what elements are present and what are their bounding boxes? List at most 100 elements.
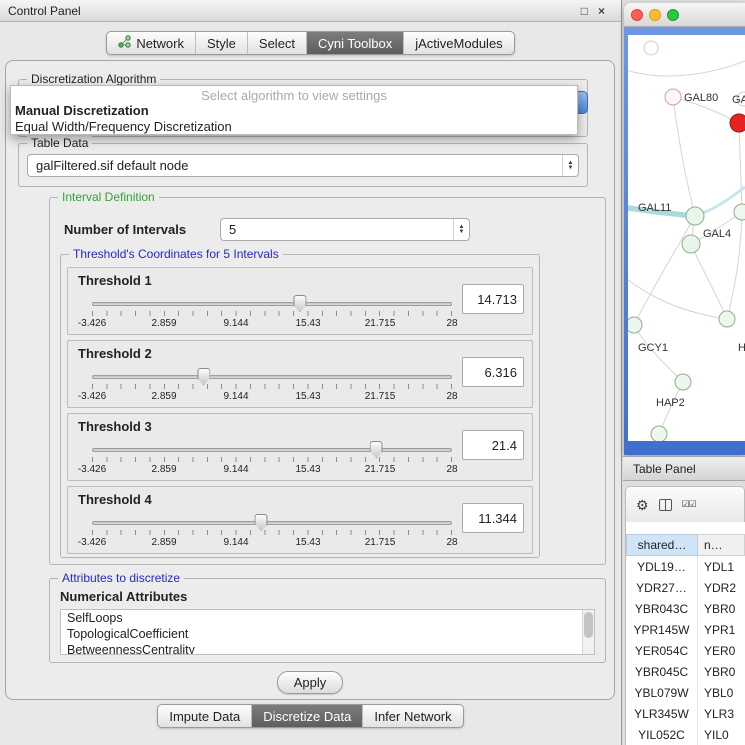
tick-label: -3.426	[78, 537, 106, 548]
network-canvas[interactable]: GAL80 GA GAL11 GAL4 GCY1 H HAP2	[628, 35, 745, 441]
table-row[interactable]: YDL19… YDL1	[626, 556, 745, 577]
tick-label: 28	[446, 391, 457, 402]
threshold-2-slider[interactable]: -3.426 2.859 9.144 15.43 21.715 28	[92, 367, 452, 407]
table-row[interactable]: YER054C YER0	[626, 640, 745, 661]
table-cell[interactable]: YDL19…	[626, 556, 698, 577]
slider-thumb[interactable]	[255, 514, 268, 531]
apply-button[interactable]: Apply	[277, 671, 343, 694]
list-item[interactable]: SelfLoops	[61, 610, 594, 626]
tab-discretize-data[interactable]: Discretize Data	[252, 705, 363, 727]
table-panel-toolbar: ⚙ ☑☑	[625, 486, 745, 522]
table-cell[interactable]: YBL079W	[626, 682, 698, 703]
table-cell[interactable]: YER054C	[626, 640, 698, 661]
tick-label: 2.859	[151, 537, 176, 548]
slider-ticks	[92, 384, 452, 389]
table-cell[interactable]: YBR045C	[626, 661, 698, 682]
tab-select[interactable]: Select	[248, 32, 307, 54]
slider-track[interactable]	[92, 521, 452, 525]
table-row[interactable]: YBR045C YBR0	[626, 661, 745, 682]
tab-style[interactable]: Style	[196, 32, 248, 54]
tab-network[interactable]: Network	[107, 32, 196, 54]
network-window-titlebar	[624, 3, 745, 27]
close-traffic-light-icon[interactable]	[631, 9, 643, 21]
slider-track[interactable]	[92, 302, 452, 306]
node-label: GA	[732, 94, 745, 106]
list-scrollbar[interactable]	[582, 610, 594, 654]
slider-track[interactable]	[92, 448, 452, 452]
tick-label: -3.426	[78, 318, 106, 329]
threshold-3-value-field[interactable]: 21.4	[462, 430, 524, 460]
slider-tick-labels: -3.426 2.859 9.144 15.43 21.715 28	[92, 537, 452, 549]
tab-select-label: Select	[259, 36, 295, 51]
table-cell[interactable]: YBR0	[698, 598, 745, 619]
tick-label: 21.715	[365, 318, 396, 329]
tick-label: 2.859	[151, 391, 176, 402]
threshold-2-value-field[interactable]: 6.316	[462, 357, 524, 387]
close-window-icon[interactable]: ×	[598, 5, 605, 17]
table-cell[interactable]: YDR27…	[626, 577, 698, 598]
tab-cyni-toolbox[interactable]: Cyni Toolbox	[307, 32, 404, 54]
table-cell[interactable]: YBL0	[698, 682, 745, 703]
slider-track[interactable]	[92, 375, 452, 379]
threshold-1-slider[interactable]: -3.426 2.859 9.144 15.43 21.715 28	[92, 294, 452, 334]
table-cell[interactable]: YDL1	[698, 556, 745, 577]
list-item[interactable]: TopologicalCoefficient	[61, 626, 594, 642]
scrollbar-thumb[interactable]	[584, 612, 593, 638]
table-row[interactable]: YLR345W YLR3	[626, 703, 745, 724]
zoom-traffic-light-icon[interactable]	[667, 9, 679, 21]
panel-title: Control Panel	[8, 4, 581, 18]
numerical-attributes-list: SelfLoops TopologicalCoefficient Between…	[60, 609, 595, 655]
table-row[interactable]: YPR145W YPR1	[626, 619, 745, 640]
top-tab-bar: Network Style Select Cyni Toolbox jActiv…	[0, 31, 621, 55]
float-window-icon[interactable]: □	[581, 5, 588, 17]
table-cell[interactable]: YIL052C	[626, 724, 698, 745]
tick-label: 28	[446, 537, 457, 548]
threshold-1-value-field[interactable]: 14.713	[462, 284, 524, 314]
combobox-stepper-icon[interactable]: ▲▼	[453, 219, 469, 240]
dropdown-item-equal-width-frequency[interactable]: Equal Width/Frequency Discretization	[11, 119, 577, 135]
tab-infer-network[interactable]: Infer Network	[363, 705, 462, 727]
tab-discretize-data-label: Discretize Data	[263, 709, 351, 724]
threshold-4-value-field[interactable]: 11.344	[462, 503, 524, 533]
slider-thumb[interactable]	[197, 368, 210, 385]
columns-icon[interactable]	[659, 499, 672, 511]
dropdown-item-manual-discretization[interactable]: Manual Discretization	[11, 103, 577, 119]
node-label: HAP2	[656, 397, 685, 409]
slider-thumb[interactable]	[370, 441, 383, 458]
threshold-4-slider[interactable]: -3.426 2.859 9.144 15.43 21.715 28	[92, 513, 452, 553]
table-panel-titlebar: Table Panel	[623, 456, 745, 481]
table-data-combobox[interactable]: galFiltered.sif default node ▲▼	[27, 154, 579, 177]
tab-jactivemodules[interactable]: jActiveModules	[404, 32, 513, 54]
column-header-shared-name[interactable]: shared…	[626, 534, 698, 556]
table-cell[interactable]: YPR145W	[626, 619, 698, 640]
checkbox-grid-icon[interactable]: ☑☑	[682, 499, 696, 510]
table-row[interactable]: YIL052C YIL0	[626, 724, 745, 745]
gear-icon[interactable]: ⚙	[636, 498, 649, 512]
table-cell[interactable]: YLR345W	[626, 703, 698, 724]
minimize-traffic-light-icon[interactable]	[649, 9, 661, 21]
table-cell[interactable]: YLR3	[698, 703, 745, 724]
tab-impute-data[interactable]: Impute Data	[158, 705, 252, 727]
table-cell[interactable]: YBR0	[698, 661, 745, 682]
slider-ticks	[92, 311, 452, 316]
node-label: GAL11	[638, 202, 671, 214]
number-of-intervals-combobox[interactable]: 5 ▲▼	[220, 218, 470, 241]
table-cell[interactable]: YBR043C	[626, 598, 698, 619]
slider-thumb[interactable]	[293, 295, 306, 312]
table-row[interactable]: YDR27… YDR2	[626, 577, 745, 598]
table-cell[interactable]: YDR2	[698, 577, 745, 598]
column-header-name[interactable]: n…	[698, 534, 745, 556]
tick-label: 9.144	[223, 391, 248, 402]
tab-infer-network-label: Infer Network	[374, 709, 451, 724]
table-row[interactable]: YBL079W YBL0	[626, 682, 745, 703]
dropdown-placeholder-item[interactable]: Select algorithm to view settings	[11, 86, 577, 103]
table-cell[interactable]: YIL0	[698, 724, 745, 745]
threshold-3-slider[interactable]: -3.426 2.859 9.144 15.43 21.715 28	[92, 440, 452, 480]
table-row[interactable]: YBR043C YBR0	[626, 598, 745, 619]
table-cell[interactable]: YPR1	[698, 619, 745, 640]
combobox-stepper-icon[interactable]: ▲▼	[562, 155, 578, 176]
attributes-group: Attributes to discretize Numerical Attri…	[49, 578, 606, 663]
table-cell[interactable]: YER0	[698, 640, 745, 661]
list-item[interactable]: BetweennessCentrality	[61, 642, 594, 655]
table-data-group: Table Data galFiltered.sif default node …	[18, 143, 588, 187]
